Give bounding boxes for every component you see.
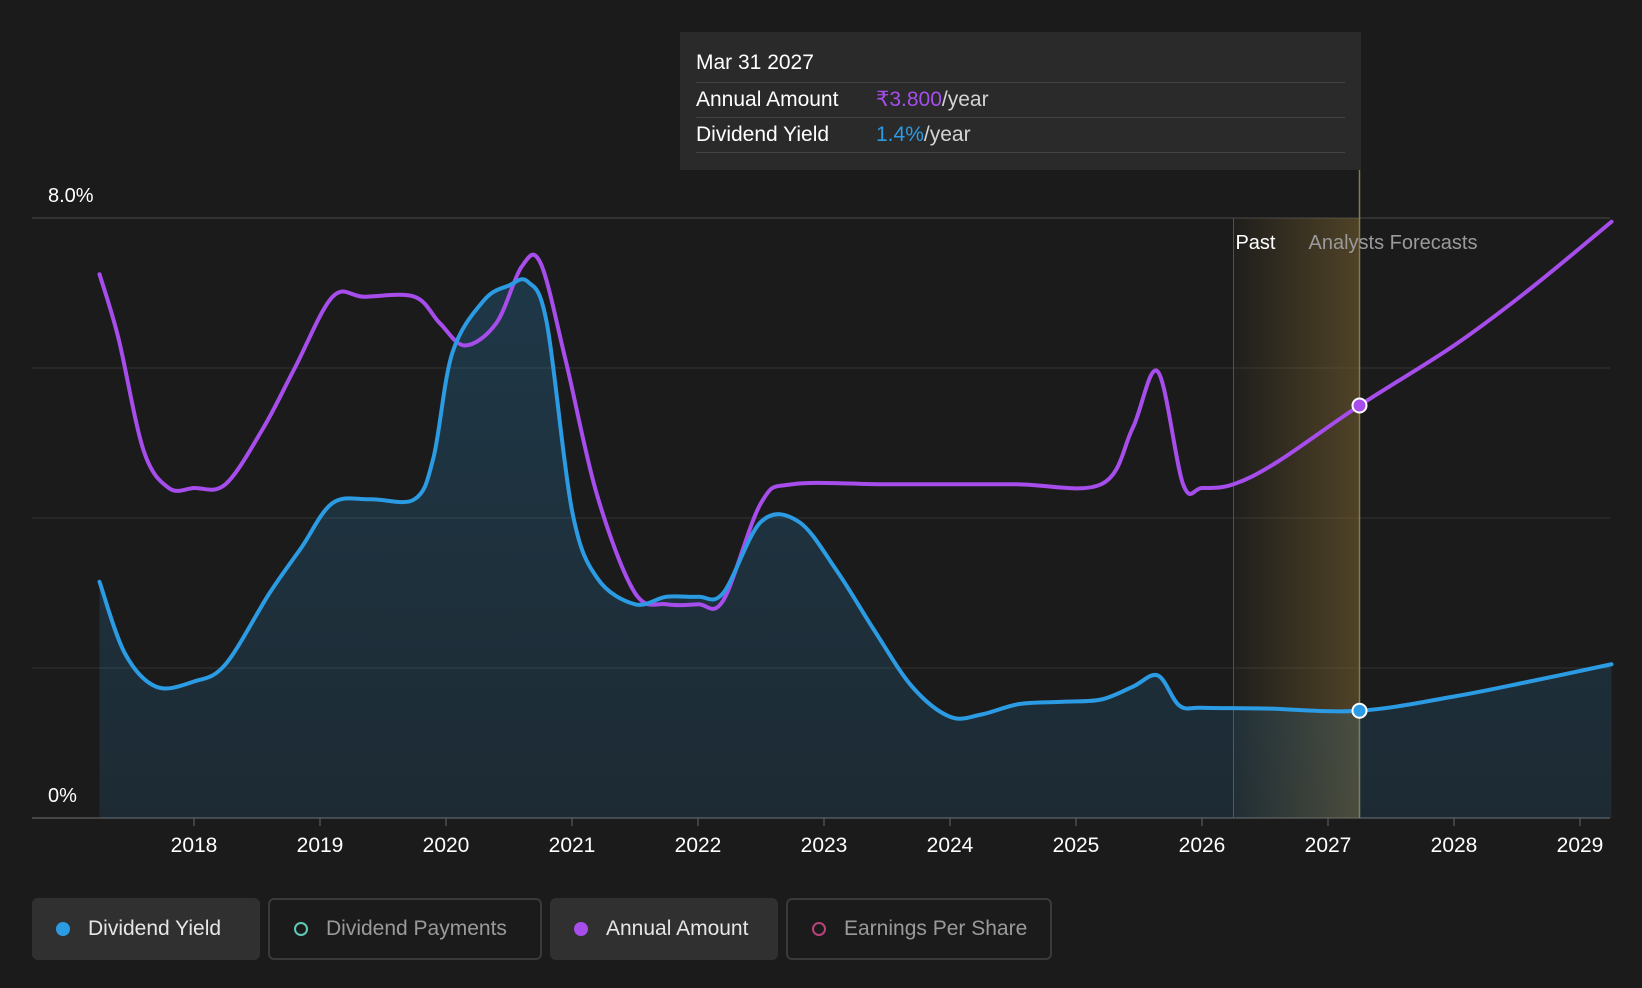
legend-label: Annual Amount [606, 917, 749, 940]
x-tick-label: 2026 [1179, 834, 1226, 857]
legend-dividend-yield[interactable]: Dividend Yield [32, 898, 260, 960]
x-tick-label: 2029 [1557, 834, 1604, 857]
tooltip-dividend-yield-value: 1.4% [876, 123, 924, 146]
legend-label: Earnings Per Share [844, 917, 1028, 940]
legend-dividend-payments[interactable]: Dividend Payments [268, 898, 542, 960]
x-tick-label: 2025 [1053, 834, 1100, 857]
legend-label: Dividend Yield [88, 917, 222, 940]
x-tick-label: 2018 [171, 834, 218, 857]
x-tick-label: 2028 [1431, 834, 1478, 857]
dividend-yield-area [99, 279, 1612, 819]
annual-amount-point [1351, 397, 1368, 414]
tooltip-annual-amount-value: ₹3.800 [876, 88, 942, 111]
x-tick-label: 2021 [549, 834, 596, 857]
legend-ring-icon [812, 922, 826, 936]
past-label: Past [1235, 232, 1275, 254]
tooltip-panel: Mar 31 2027 Annual Amount ₹3.800/year Di… [680, 32, 1361, 170]
legend-dot-icon [574, 922, 588, 936]
tooltip-dividend-yield-unit: /year [923, 123, 971, 146]
y-tick-label-top: 8.0% [48, 185, 94, 207]
tooltip-annual-amount-label: Annual Amount [696, 88, 839, 111]
x-tick-label: 2024 [927, 834, 974, 857]
legend-earnings-per-share[interactable]: Earnings Per Share [786, 898, 1052, 960]
legend-dot-icon [56, 922, 70, 936]
dividend-yield-point [1351, 702, 1368, 719]
tooltip-annual-amount-unit: /year [941, 88, 989, 111]
x-tick-label: 2020 [423, 834, 470, 857]
tooltip-date: Mar 31 2027 [696, 48, 1345, 83]
forecast-label: Analysts Forecasts [1309, 232, 1478, 254]
x-tick-label: 2027 [1305, 834, 1352, 857]
tooltip-annual-amount-row: Annual Amount ₹3.800/year [696, 83, 1345, 118]
tooltip-dividend-yield-row: Dividend Yield 1.4%/year [696, 118, 1345, 153]
x-tick-label: 2019 [297, 834, 344, 857]
x-tick-label: 2023 [801, 834, 848, 857]
legend-label: Dividend Payments [326, 917, 507, 940]
legend-ring-icon [294, 922, 308, 936]
tooltip-dividend-yield-label: Dividend Yield [696, 123, 830, 146]
legend-annual-amount[interactable]: Annual Amount [550, 898, 778, 960]
y-tick-label-bottom: 0% [48, 785, 77, 807]
x-tick-label: 2022 [675, 834, 722, 857]
